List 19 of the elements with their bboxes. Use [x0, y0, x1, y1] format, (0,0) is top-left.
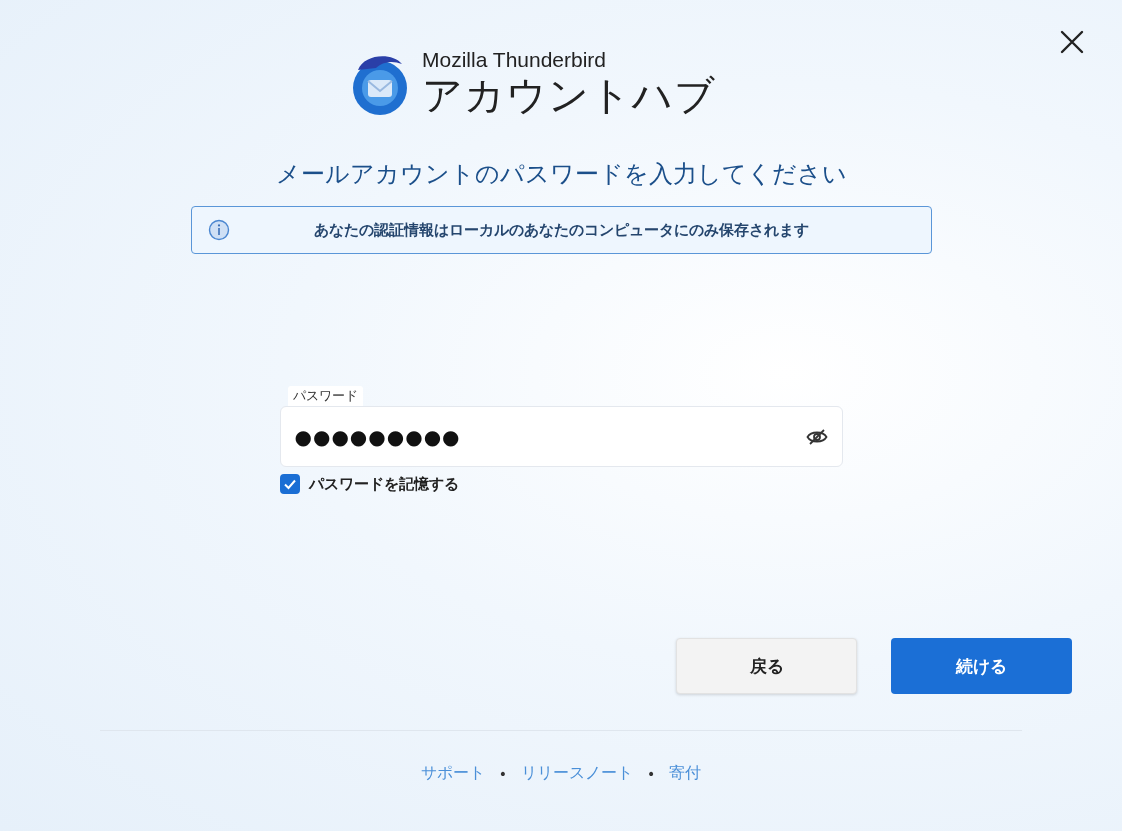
checkbox[interactable] — [279, 474, 300, 494]
continue-button[interactable]: 続ける — [891, 638, 1072, 694]
checkbox-label: パスワードを記憶する — [308, 474, 459, 494]
footer-link[interactable]: 寄付 — [669, 763, 702, 784]
separator-dot: • — [498, 765, 507, 782]
checkmark-icon — [282, 477, 297, 491]
eye-slash-icon[interactable] — [805, 427, 828, 446]
back-button[interactable]: 戻る — [676, 638, 857, 694]
field-label: パスワード — [287, 386, 363, 406]
info-icon — [207, 219, 230, 241]
footer-link[interactable]: サポート — [420, 763, 485, 784]
footer-link[interactable]: リリースノート — [521, 763, 633, 784]
brand-name: Mozilla Thunderbird — [422, 48, 608, 72]
app-title: アカウントハブ — [422, 72, 716, 118]
info-message: あなたの認証情報はローカルのあなたのコンピュータにのみ保存されます — [312, 220, 810, 240]
page-heading: メールアカウントのパスワードを入力してください — [275, 159, 847, 190]
close-icon[interactable] — [1060, 30, 1084, 54]
separator-dot: • — [647, 765, 656, 782]
password-value: ●●●●●●●●● — [294, 424, 462, 449]
